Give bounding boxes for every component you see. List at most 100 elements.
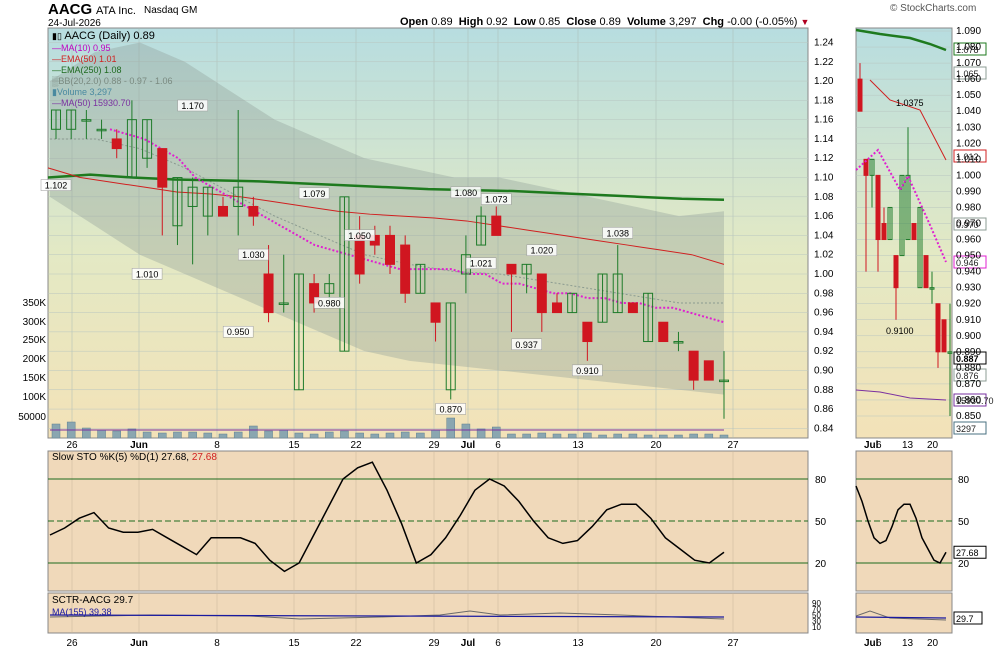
x-tick-label-top: 8 (214, 440, 220, 451)
volume-axis-label: 250K (23, 335, 47, 346)
legend-main: ▮▯ AACG (Daily) 0.89 (52, 30, 155, 42)
y-tick-label: 1.14 (814, 134, 834, 145)
volume-axis-label: 350K (23, 298, 47, 309)
x-tick-label-bottom: 27 (727, 638, 739, 649)
price-annotation-label: 1.170 (181, 101, 204, 111)
chart-canvas: 26 26 Jun Jun 8 8 15 15 22 22 29 29 Jul Jul 6 6 13 13 20 20… (18, 26, 993, 649)
y-tick-label: 1.02 (814, 250, 834, 261)
zoom-candle-body (857, 78, 863, 112)
y-tick-label: 1.06 (814, 211, 834, 222)
x-tick-label-bottom: Jul (461, 638, 476, 649)
sctr-panel (47, 592, 809, 634)
volume-bar (188, 431, 197, 439)
sctr-last-marker-label: 29.7 (956, 614, 974, 624)
zoom-annotation-label: 1.0375 (896, 98, 924, 108)
candle-body (688, 350, 699, 381)
volume-bar (446, 417, 455, 439)
price-annotation-label: 1.021 (470, 259, 493, 269)
volume-bar (461, 423, 471, 439)
price-annotation-label: 1.010 (136, 269, 159, 279)
zoom-y-tick-label: 1.080 (956, 42, 981, 53)
zoom-y-tick-label: 0.920 (956, 299, 981, 310)
x-tick-label-bottom: 29 (428, 638, 440, 649)
zoom-y-tick-label: 0.970 (956, 219, 981, 230)
zoom-candle-body (911, 223, 917, 241)
zoom-y-tick-label: 0.950 (956, 251, 981, 262)
zoom-candle-body (881, 223, 887, 241)
volume-axis-label: 150K (23, 373, 47, 384)
candle-body (703, 360, 714, 381)
zoom-y-tick-label: 0.940 (956, 267, 981, 278)
volume-bar (507, 433, 516, 439)
zoom-y-tick-label: 0.930 (956, 283, 981, 294)
candle-body (582, 321, 593, 343)
legend-ma50-volume: —MA(50) 15930.70 (52, 98, 131, 108)
y-tick-label: 0.84 (814, 423, 834, 434)
y-tick-label: 1.24 (814, 37, 834, 48)
x-tick-label-bottom: 13 (572, 638, 584, 649)
volume-axis-label: 300K (23, 317, 47, 328)
zoom-y-tick-label: 0.880 (956, 363, 981, 374)
x-tick-label-top: 27 (727, 440, 739, 451)
candle-body (536, 273, 547, 314)
volume-bar (719, 434, 729, 439)
x-tick-label-bottom: 20 (650, 638, 662, 649)
y-tick-label: 1.00 (814, 269, 834, 280)
y-tick-label: 1.20 (814, 76, 834, 87)
zoom-y-tick-label: 1.070 (956, 58, 981, 69)
volume-bar (537, 432, 547, 439)
candle-body (491, 215, 502, 236)
volume-bar (643, 434, 653, 439)
y-tick-label: 1.10 (814, 173, 834, 184)
zoom-x-tick-label-top: 20 (927, 440, 939, 451)
price-annotation-label: 1.102 (45, 181, 68, 191)
legend-ma50-volume-label: MA(50) 15930.70 (61, 98, 131, 108)
candle-body (552, 302, 562, 314)
y-tick-label: 1.16 (814, 115, 834, 126)
zoom-x-tick-label-bottom: 13 (902, 638, 914, 649)
legend-sto-d-label: 27.68 (191, 452, 217, 463)
zoom-sctr-panel (855, 592, 953, 634)
x-tick-label-top: 29 (428, 440, 440, 451)
volume-bar (522, 433, 531, 439)
price-annotation-label: 1.080 (455, 188, 478, 198)
volume-bar (173, 431, 182, 439)
x-tick-label-bottom: 15 (288, 638, 300, 649)
price-annotation-label: 0.950 (227, 327, 250, 337)
legend-volume-label: Volume 3,297 (56, 87, 112, 97)
volume-bar (583, 432, 592, 439)
legend-ema50-label: EMA(50) 1.01 (61, 54, 117, 64)
zoom-y-tick-label: 0.980 (956, 202, 981, 213)
volume-bar (142, 431, 152, 439)
volume-bar (309, 433, 319, 439)
volume-bar (325, 431, 334, 439)
y-tick-label: 0.94 (814, 327, 834, 338)
legend-ema250-label: EMA(250) 1.08 (61, 65, 122, 75)
x-tick-label-top: 26 (66, 440, 78, 451)
sto-axis-label: 80 (815, 475, 827, 486)
zoom-y-tick-label: 1.000 (956, 170, 981, 181)
price-annotation-label: 1.038 (606, 228, 629, 238)
candle-body (354, 234, 365, 275)
price-annotation-label: 0.937 (515, 340, 538, 350)
zoom-y-tick-label: 0.990 (956, 186, 981, 197)
legend-sto: Slow STO %K(5) %D(1) 27.68, 27.68 (52, 452, 217, 464)
zoom-y-tick-label: 1.090 (956, 26, 981, 37)
legend-ma10-label: MA(10) 0.95 (61, 43, 111, 53)
candle-body (430, 302, 441, 323)
x-tick-label-top: 20 (650, 440, 662, 451)
x-tick-label-bottom: Jun (130, 638, 148, 649)
zoom-candle-body (923, 255, 929, 289)
volume-bar (416, 432, 425, 439)
sto-axis-label: 50 (815, 517, 827, 528)
candle-body (506, 263, 517, 275)
y-tick-label: 0.96 (814, 308, 834, 319)
volume-bar (431, 429, 440, 439)
volume-bar (400, 431, 410, 439)
volume-bar (249, 425, 258, 439)
y-tick-label: 1.22 (814, 57, 834, 68)
candle-body (218, 205, 228, 217)
zoom-x-tick-label-top: 6 (876, 440, 882, 451)
price-annotation-label: 1.073 (485, 195, 508, 205)
candle-body (111, 138, 122, 150)
